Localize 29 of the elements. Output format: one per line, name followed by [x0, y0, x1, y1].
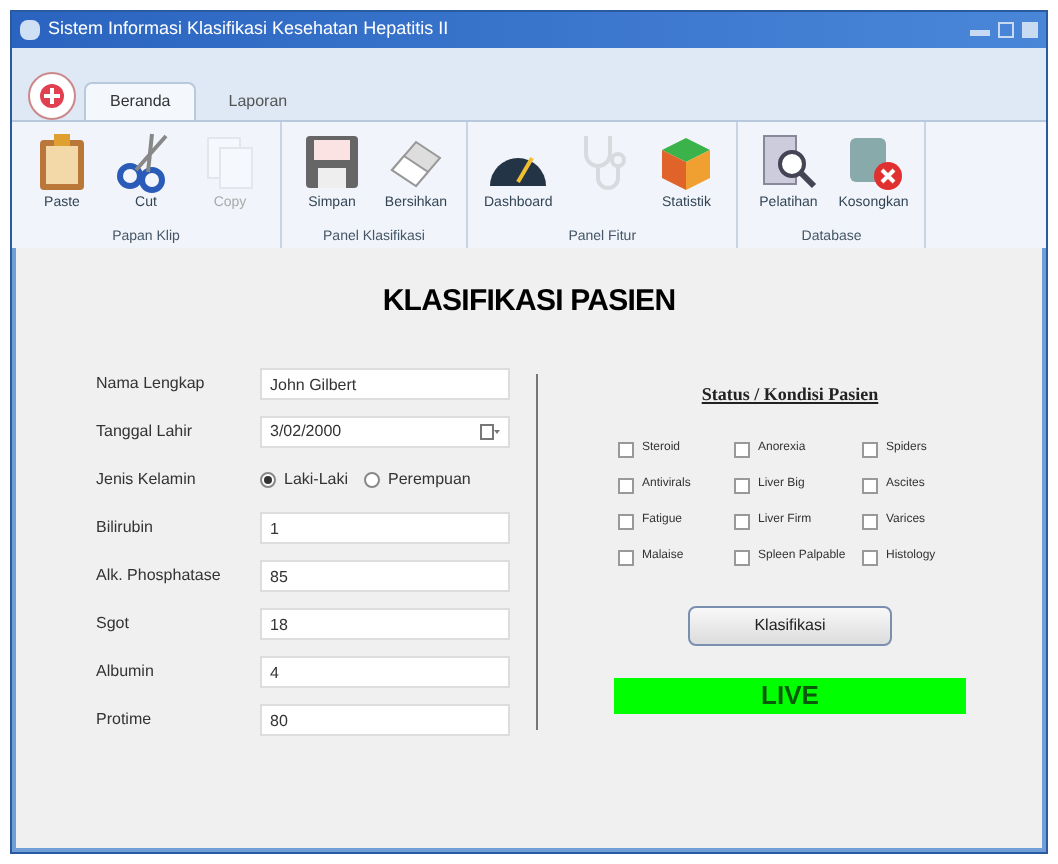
- page-heading: KLASIFIKASI PASIEN: [380, 282, 678, 322]
- field-label: Protime: [96, 708, 154, 732]
- radio-button[interactable]: Perempuan: [364, 468, 471, 492]
- input-field[interactable]: 80: [260, 704, 510, 736]
- radio-button[interactable]: Laki-Laki: [260, 468, 349, 492]
- field-label: Bilirubin: [96, 516, 155, 540]
- input-field[interactable]: 85: [260, 560, 510, 592]
- classify-button[interactable]: Klasifikasi: [688, 606, 892, 646]
- section-title: Status / Kondisi Pasien: [701, 381, 879, 407]
- input-field[interactable]: 18: [260, 608, 510, 640]
- field-label: Jenis Kelamin: [96, 468, 198, 492]
- maximize-icon[interactable]: [998, 22, 1014, 38]
- gauge-icon: [486, 154, 551, 188]
- ribbon-tab[interactable]: Beranda: [84, 82, 197, 120]
- result-label: LIVE: [614, 678, 966, 714]
- input-field[interactable]: 1: [260, 512, 510, 544]
- calendar-icon[interactable]: [480, 424, 500, 440]
- field-label: Sgot: [96, 612, 131, 636]
- app-icon: [20, 20, 40, 40]
- input-field[interactable]: 4: [260, 656, 510, 688]
- field-label: Alk. Phosphatase: [96, 564, 223, 588]
- window-title: Sistem Informasi Klasifikasi Kesehatan Hepatitis II: [48, 16, 449, 43]
- date-field[interactable]: 3/02/2000: [260, 416, 510, 448]
- field-label: Albumin: [96, 660, 156, 684]
- ribbon-tab[interactable]: Laporan: [204, 84, 312, 120]
- field-label: Nama Lengkap: [96, 372, 207, 396]
- input-field[interactable]: John Gilbert: [260, 368, 510, 400]
- field-label: Tanggal Lahir: [96, 420, 195, 444]
- app-menu-icon[interactable]: [28, 72, 76, 120]
